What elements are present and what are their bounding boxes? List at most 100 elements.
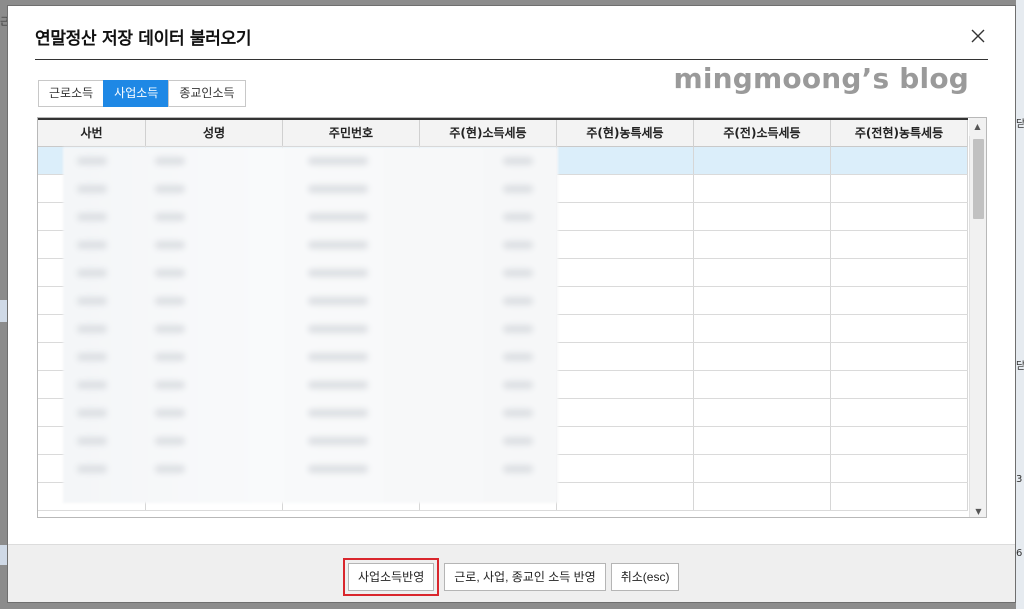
table-cell[interactable] (557, 483, 694, 510)
table-cell[interactable] (557, 231, 694, 258)
table-cell[interactable] (694, 203, 831, 230)
cancel-button[interactable]: 취소(esc) (610, 563, 680, 591)
blurred-value (308, 269, 368, 277)
tab-earned-income[interactable]: 근로소득 (38, 80, 105, 107)
scroll-up-icon[interactable]: ▲ (969, 118, 986, 136)
column-header[interactable]: 주(현)소득세등 (420, 120, 557, 148)
table-cell[interactable] (831, 315, 968, 342)
blurred-value (155, 409, 185, 417)
background-panel-right (1016, 0, 1024, 609)
column-header[interactable]: 성명 (146, 120, 283, 148)
vertical-scrollbar[interactable]: ▼ (969, 136, 986, 517)
blurred-value (77, 157, 107, 165)
dialog-footer: 사업소득반영 근로, 사업, 종교인 소득 반영 취소(esc) (8, 544, 1015, 602)
table-cell[interactable] (557, 315, 694, 342)
blurred-value (503, 409, 533, 417)
table-cell[interactable] (831, 231, 968, 258)
tab-religious-income[interactable]: 종교인소득 (168, 80, 246, 107)
blurred-value (77, 297, 107, 305)
table-cell[interactable] (694, 455, 831, 482)
table-cell[interactable] (694, 259, 831, 286)
blurred-value (77, 353, 107, 361)
blurred-value (503, 437, 533, 445)
blurred-value (503, 353, 533, 361)
table-cell[interactable] (831, 455, 968, 482)
blurred-value (77, 465, 107, 473)
footer-buttons: 사업소득반영 근로, 사업, 종교인 소득 반영 취소(esc) (343, 558, 680, 596)
blurred-value (155, 437, 185, 445)
table-cell[interactable] (694, 371, 831, 398)
blurred-value (77, 213, 107, 221)
table-cell[interactable] (557, 427, 694, 454)
blurred-value (308, 297, 368, 305)
scroll-down-icon[interactable]: ▼ (973, 507, 984, 516)
table-cell[interactable] (557, 455, 694, 482)
table-cell[interactable] (831, 147, 968, 174)
close-button[interactable] (970, 28, 990, 48)
table-cell[interactable] (831, 399, 968, 426)
table-cell[interactable] (557, 371, 694, 398)
blurred-value (308, 437, 368, 445)
blurred-value (155, 157, 185, 165)
blurred-value (308, 325, 368, 333)
blurred-value (155, 241, 185, 249)
table-cell[interactable] (694, 231, 831, 258)
table-cell[interactable] (694, 427, 831, 454)
blurred-value (77, 241, 107, 249)
blurred-value (155, 381, 185, 389)
grid-header: 사번 성명 주민번호 주(현)소득세등 주(현)농특세등 주(전)소득세등 주(… (38, 118, 968, 148)
table-cell[interactable] (557, 175, 694, 202)
apply-all-income-button[interactable]: 근로, 사업, 종교인 소득 반영 (444, 563, 606, 591)
table-cell[interactable] (694, 483, 831, 510)
blurred-value (308, 241, 368, 249)
blurred-value (503, 185, 533, 193)
blurred-value (503, 325, 533, 333)
table-cell[interactable] (831, 371, 968, 398)
table-cell[interactable] (831, 427, 968, 454)
blurred-value (77, 381, 107, 389)
table-cell[interactable] (831, 203, 968, 230)
load-data-dialog: 연말정산 저장 데이터 불러오기 근로소득 사업소득 종교인소득 mingmoo… (7, 5, 1016, 603)
table-cell[interactable] (831, 259, 968, 286)
blurred-value (155, 185, 185, 193)
highlight-box: 사업소득반영 (343, 558, 440, 596)
blurred-value (308, 157, 368, 165)
data-grid: 사번 성명 주민번호 주(현)소득세등 주(현)농특세등 주(전)소득세등 주(… (37, 117, 987, 518)
column-header[interactable]: 주민번호 (283, 120, 420, 148)
blurred-value (308, 353, 368, 361)
blurred-value (155, 465, 185, 473)
table-cell[interactable] (557, 259, 694, 286)
table-cell[interactable] (694, 315, 831, 342)
blurred-value (503, 241, 533, 249)
column-header[interactable]: 사번 (38, 120, 146, 148)
blurred-value (308, 381, 368, 389)
column-header[interactable]: 주(전)소득세등 (694, 120, 831, 148)
table-cell[interactable] (557, 147, 694, 174)
scrollbar-thumb[interactable] (973, 139, 984, 219)
blurred-value (155, 213, 185, 221)
apply-business-income-button[interactable]: 사업소득반영 (348, 563, 435, 591)
blurred-value (503, 157, 533, 165)
blurred-value (155, 325, 185, 333)
table-cell[interactable] (694, 175, 831, 202)
table-cell[interactable] (694, 343, 831, 370)
blurred-value (308, 185, 368, 193)
table-cell[interactable] (557, 343, 694, 370)
blurred-value (77, 437, 107, 445)
column-header[interactable]: 주(전현)농특세등 (831, 120, 968, 148)
blog-watermark: mingmoong’s blog (673, 62, 969, 95)
background-text: 닫 (1016, 361, 1024, 372)
table-cell[interactable] (831, 343, 968, 370)
table-cell[interactable] (557, 399, 694, 426)
tab-business-income[interactable]: 사업소득 (103, 80, 170, 107)
background-panel-left (0, 300, 7, 322)
table-cell[interactable] (694, 147, 831, 174)
table-cell[interactable] (694, 399, 831, 426)
column-header[interactable]: 주(현)농특세등 (557, 120, 694, 148)
table-cell[interactable] (831, 175, 968, 202)
table-cell[interactable] (831, 483, 968, 510)
table-cell[interactable] (694, 287, 831, 314)
table-cell[interactable] (831, 287, 968, 314)
table-cell[interactable] (557, 203, 694, 230)
table-cell[interactable] (557, 287, 694, 314)
